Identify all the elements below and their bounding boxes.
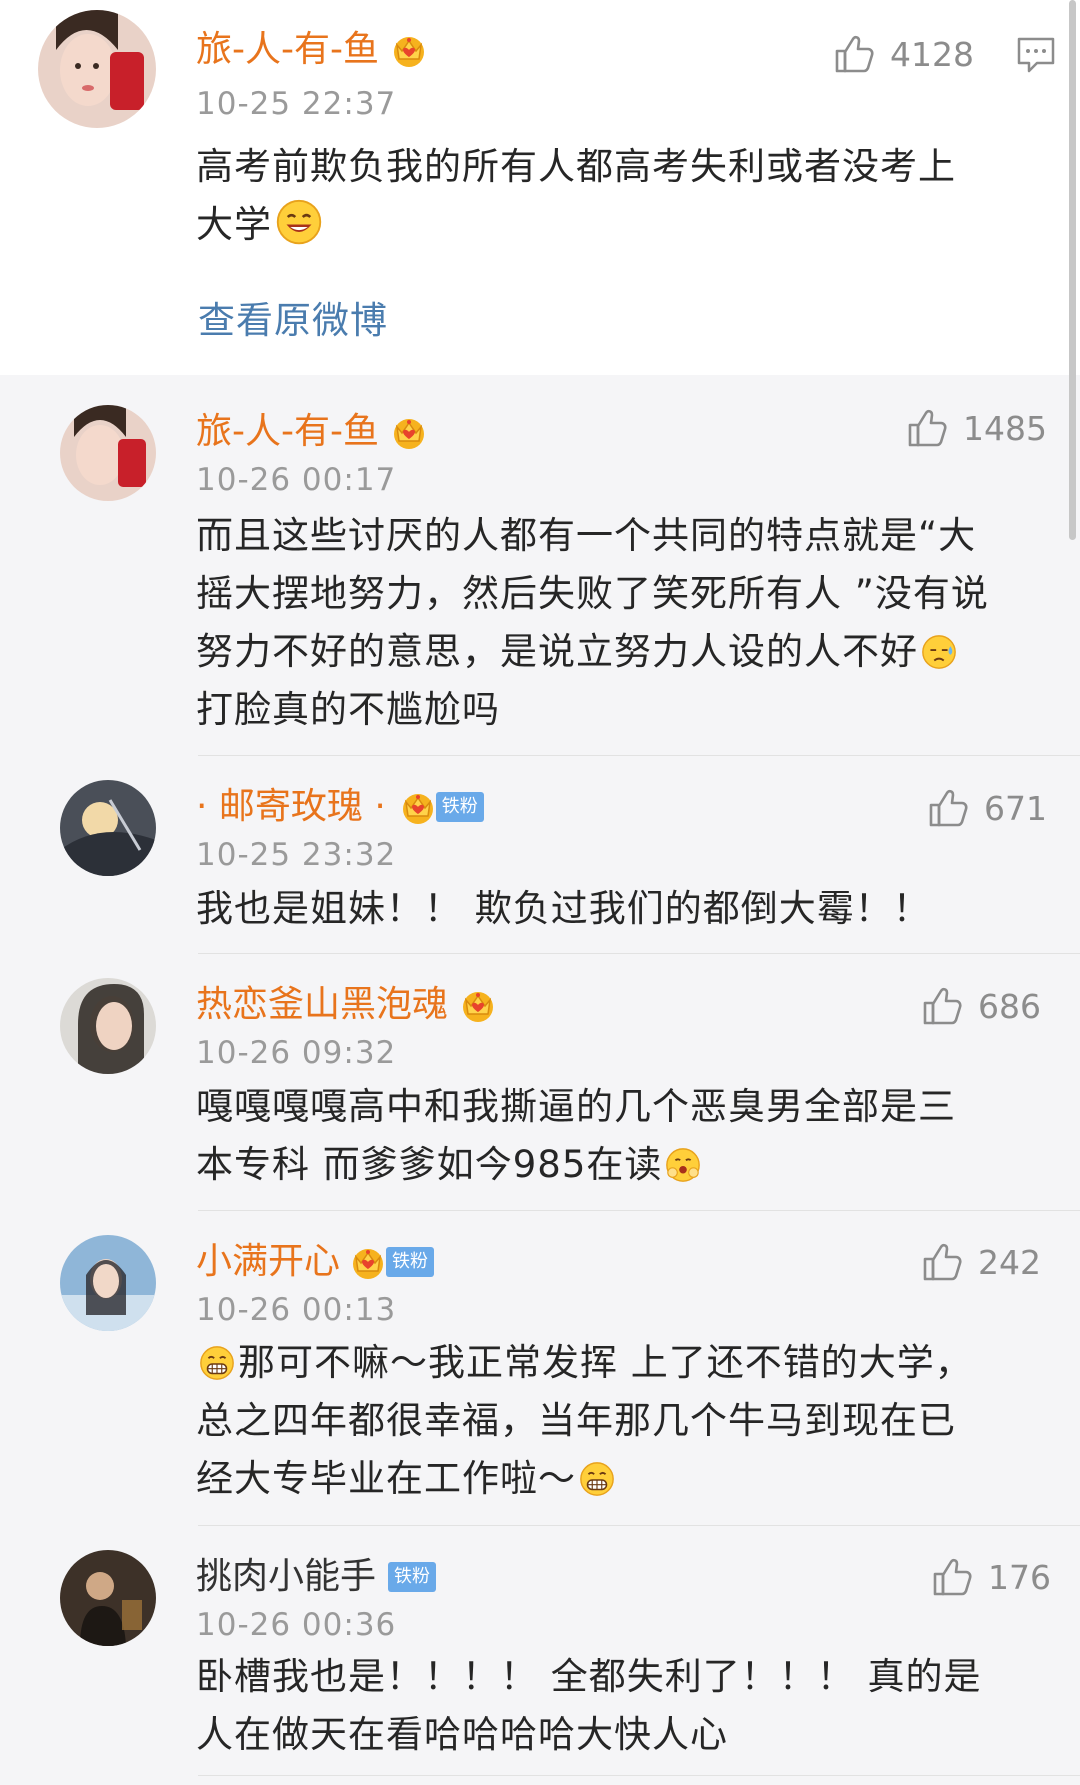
- username-text[interactable]: 挑肉小能手: [196, 1555, 376, 1599]
- comment-page: 旅-人-有-鱼 10-25 22:37 4128 高考前欺负我的所有人都高考失利…: [0, 0, 1080, 1785]
- timestamp: 10-26 00:36: [196, 1607, 397, 1643]
- comment-text-line: 高考前欺负我的所有人都高考失利或者没考上: [196, 145, 956, 188]
- avatar[interactable]: [60, 405, 156, 501]
- username-text[interactable]: 小满开心: [196, 1240, 340, 1284]
- comment-text: 而且这些讨厌的人都有一个共同的特点就是“大 摇大摆地努力，然后失败了笑死所有人 …: [196, 507, 1056, 739]
- comment-text: 卧槽我也是！！！！ 全都失利了！！！ 真的是 人在做天在看哈哈哈哈大快人心: [196, 1648, 1056, 1764]
- like-count: 671: [984, 788, 1047, 828]
- crown-badge-icon: [389, 30, 429, 70]
- username[interactable]: 旅-人-有-鱼: [196, 28, 429, 72]
- comment-text-line: 经大专毕业在工作啦～: [196, 1457, 576, 1500]
- timestamp: 10-26 00:13: [196, 1292, 397, 1328]
- crown-badge-icon: [398, 787, 438, 827]
- comment-text-line: 那可不嘛～我正常发挥 上了还不错的大学，: [238, 1341, 973, 1384]
- scrollbar[interactable]: [1069, 0, 1076, 540]
- comment-icon[interactable]: [1016, 36, 1056, 74]
- username-text[interactable]: 热恋釜山黑泡魂: [196, 983, 448, 1027]
- crown-badge-icon: [458, 985, 498, 1025]
- fan-badge: 铁粉: [386, 1247, 435, 1277]
- username[interactable]: 小满开心 铁粉: [196, 1240, 435, 1284]
- thumbs-up-icon: [920, 1240, 964, 1284]
- comment-text-line: 努力不好的意思，是说立努力人设的人不好: [196, 630, 918, 673]
- like-button[interactable]: 686: [920, 984, 1041, 1028]
- comment-text-line: 嘎嘎嘎嘎高中和我撕逼的几个恶臭男全部是三: [196, 1085, 956, 1128]
- comment-text: 那可不嘛～我正常发挥 上了还不错的大学， 总之四年都很幸福，当年那几个牛马到现在…: [196, 1334, 1056, 1508]
- timestamp: 10-25 23:32: [196, 837, 397, 873]
- comment-text-line: 摇大摆地努力，然后失败了笑死所有人 ”没有说: [196, 572, 989, 615]
- divider: [198, 1775, 1080, 1776]
- comment-text-line: 总之四年都很幸福，当年那几个牛马到现在已: [196, 1399, 956, 1442]
- divider: [198, 755, 1080, 756]
- like-button[interactable]: 176: [930, 1555, 1051, 1599]
- fan-badge: 铁粉: [388, 1562, 437, 1592]
- like-count: 242: [978, 1242, 1041, 1282]
- comment-text-line: 打脸真的不尴尬吗: [196, 688, 500, 731]
- crown-badge-icon: [389, 412, 429, 452]
- like-button[interactable]: 671: [926, 786, 1047, 830]
- thumbs-up-icon: [832, 32, 876, 76]
- crown-badge-icon: [348, 1242, 388, 1282]
- like-count: 4128: [890, 34, 974, 74]
- avatar[interactable]: [60, 1235, 156, 1331]
- view-original-post-link[interactable]: 查看原微博: [198, 290, 388, 344]
- timestamp: 10-26 00:17: [196, 462, 397, 498]
- timestamp: 10-26 09:32: [196, 1035, 397, 1071]
- divider: [198, 1210, 1080, 1211]
- comment-text-line: 本专科 而爹爹如今985在读: [196, 1143, 663, 1186]
- fan-badge: 铁粉: [435, 792, 484, 822]
- like-count: 1485: [963, 408, 1047, 448]
- thumbs-up-icon: [926, 786, 970, 830]
- comment-text: 高考前欺负我的所有人都高考失利或者没考上 大学: [196, 138, 1056, 254]
- comment-text-line: 而且这些讨厌的人都有一个共同的特点就是“大: [196, 514, 977, 557]
- comment-text: 我也是姐妹！！ 欺负过我们的都倒大霉！！: [196, 880, 1056, 938]
- username[interactable]: 挑肉小能手 铁粉: [196, 1555, 437, 1599]
- username[interactable]: · 邮寄玫瑰 · 铁粉: [196, 785, 484, 829]
- username-text[interactable]: 旅-人-有-鱼: [196, 28, 379, 72]
- avatar[interactable]: [60, 1550, 156, 1646]
- timestamp: 10-25 22:37: [196, 86, 397, 122]
- comment-text-line: 大学: [196, 203, 272, 246]
- like-button[interactable]: 4128: [832, 32, 974, 76]
- username[interactable]: 旅-人-有-鱼: [196, 410, 429, 454]
- avatar[interactable]: [38, 10, 156, 128]
- like-count: 176: [988, 1557, 1051, 1597]
- divider: [198, 953, 1080, 954]
- comment-text-line: 我也是姐妹！！ 欺负过我们的都倒大霉！！: [196, 887, 931, 930]
- username-text[interactable]: · 邮寄玫瑰 ·: [196, 785, 386, 829]
- divider: [198, 1525, 1080, 1526]
- username[interactable]: 热恋釜山黑泡魂: [196, 983, 498, 1027]
- comment-text-line: 人在做天在看哈哈哈哈大快人心: [196, 1713, 728, 1756]
- thumbs-up-icon: [920, 984, 964, 1028]
- comment-text-line: 卧槽我也是！！！！ 全都失利了！！！ 真的是: [196, 1655, 982, 1698]
- sweat-emoji-icon: [920, 633, 958, 671]
- like-count: 686: [978, 986, 1041, 1026]
- thumbs-up-icon: [905, 406, 949, 450]
- avatar[interactable]: [60, 780, 156, 876]
- like-button[interactable]: 242: [920, 1240, 1041, 1284]
- grin-emoji-icon: [198, 1344, 236, 1382]
- shy-emoji-icon: [664, 1146, 702, 1184]
- grin-emoji-icon: [578, 1460, 616, 1498]
- main-comment-card: 旅-人-有-鱼 10-25 22:37 4128 高考前欺负我的所有人都高考失利…: [0, 0, 1080, 375]
- laughing-emoji-icon: [274, 197, 324, 247]
- like-button[interactable]: 1485: [905, 406, 1047, 450]
- avatar[interactable]: [60, 978, 156, 1074]
- thumbs-up-icon: [930, 1555, 974, 1599]
- comment-text: 嘎嘎嘎嘎高中和我撕逼的几个恶臭男全部是三 本专科 而爹爹如今985在读: [196, 1078, 1056, 1194]
- username-text[interactable]: 旅-人-有-鱼: [196, 410, 379, 454]
